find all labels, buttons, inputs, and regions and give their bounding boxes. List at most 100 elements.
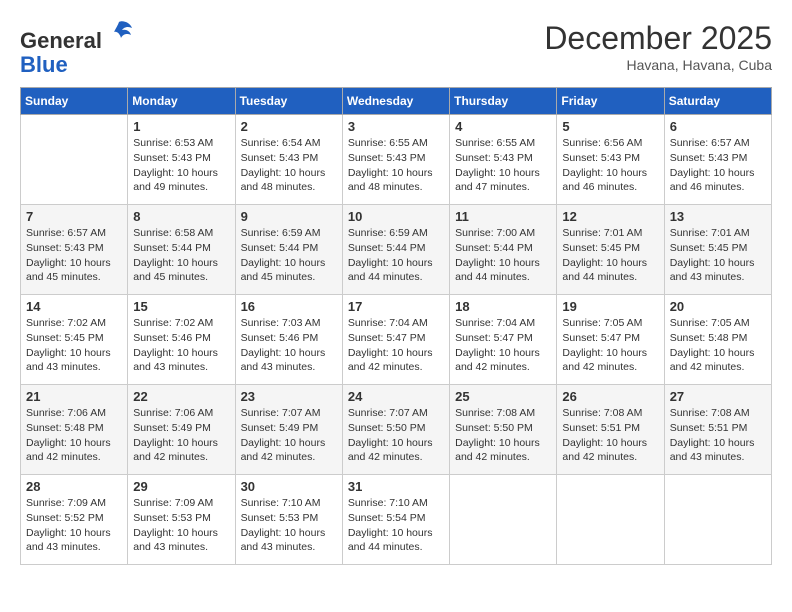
- calendar-cell: 26Sunrise: 7:08 AMSunset: 5:51 PMDayligh…: [557, 385, 664, 475]
- day-number: 29: [133, 479, 229, 494]
- day-number: 17: [348, 299, 444, 314]
- day-info: Sunrise: 7:08 AMSunset: 5:51 PMDaylight:…: [670, 406, 766, 465]
- calendar-week-row: 7 Sunrise: 6:57 AMSunset: 5:43 PMDaylight…: [21, 205, 772, 295]
- day-info: Sunrise: 6:55 AMSunset: 5:43 PMDaylight:…: [455, 136, 551, 195]
- day-number: 22: [133, 389, 229, 404]
- day-number: 5: [562, 119, 658, 134]
- calendar-cell: 2 Sunrise: 6:54 AMSunset: 5:43 PMDaylight…: [235, 115, 342, 205]
- day-info: Sunrise: 7:04 AMSunset: 5:47 PMDaylight:…: [348, 316, 444, 375]
- calendar-cell: 13 Sunrise: 7:01 AMSunset: 5:45 PMDayligh…: [664, 205, 771, 295]
- calendar-cell: 4 Sunrise: 6:55 AMSunset: 5:43 PMDaylight…: [450, 115, 557, 205]
- day-info: Sunrise: 7:07 AMSunset: 5:50 PMDaylight:…: [348, 406, 444, 465]
- month-title: December 2025: [544, 20, 772, 57]
- weekday-header-wednesday: Wednesday: [342, 88, 449, 115]
- calendar-cell: 19 Sunrise: 7:05 AMSunset: 5:47 PMDayligh…: [557, 295, 664, 385]
- calendar-cell: 12 Sunrise: 7:01 AMSunset: 5:45 PMDayligh…: [557, 205, 664, 295]
- day-info: Sunrise: 7:01 AMSunset: 5:45 PMDaylight:…: [670, 226, 766, 285]
- weekday-header-monday: Monday: [128, 88, 235, 115]
- day-number: 27: [670, 389, 766, 404]
- day-info: Sunrise: 6:59 AMSunset: 5:44 PMDaylight:…: [348, 226, 444, 285]
- title-block: December 2025 Havana, Havana, Cuba: [544, 20, 772, 73]
- calendar-cell: [21, 115, 128, 205]
- day-number: 8: [133, 209, 229, 224]
- day-info: Sunrise: 7:00 AMSunset: 5:44 PMDaylight:…: [455, 226, 551, 285]
- day-number: 30: [241, 479, 337, 494]
- day-number: 13: [670, 209, 766, 224]
- calendar-week-row: 21 Sunrise: 7:06 AMSunset: 5:48 PMDayligh…: [21, 385, 772, 475]
- calendar-cell: 8 Sunrise: 6:58 AMSunset: 5:44 PMDaylight…: [128, 205, 235, 295]
- weekday-header-sunday: Sunday: [21, 88, 128, 115]
- day-info: Sunrise: 6:57 AMSunset: 5:43 PMDaylight:…: [26, 226, 122, 285]
- day-info: Sunrise: 6:53 AMSunset: 5:43 PMDaylight:…: [133, 136, 229, 195]
- calendar-cell: 27 Sunrise: 7:08 AMSunset: 5:51 PMDayligh…: [664, 385, 771, 475]
- calendar-cell: 28Sunrise: 7:09 AMSunset: 5:52 PMDayligh…: [21, 475, 128, 565]
- logo-general: General: [20, 28, 102, 53]
- day-info: Sunrise: 6:58 AMSunset: 5:44 PMDaylight:…: [133, 226, 229, 285]
- day-number: 28: [26, 479, 122, 494]
- day-number: 23: [241, 389, 337, 404]
- day-info: Sunrise: 6:59 AMSunset: 5:44 PMDaylight:…: [241, 226, 337, 285]
- day-info: Sunrise: 6:56 AMSunset: 5:43 PMDaylight:…: [562, 136, 658, 195]
- day-number: 19: [562, 299, 658, 314]
- logo-bird-icon: [104, 20, 134, 48]
- weekday-header-tuesday: Tuesday: [235, 88, 342, 115]
- calendar-table: SundayMondayTuesdayWednesdayThursdayFrid…: [20, 87, 772, 565]
- day-info: Sunrise: 7:10 AMSunset: 5:53 PMDaylight:…: [241, 496, 337, 555]
- day-number: 15: [133, 299, 229, 314]
- day-number: 3: [348, 119, 444, 134]
- logo: General Blue: [20, 20, 134, 77]
- day-info: Sunrise: 7:10 AMSunset: 5:54 PMDaylight:…: [348, 496, 444, 555]
- calendar-cell: [557, 475, 664, 565]
- day-number: 26: [562, 389, 658, 404]
- day-info: Sunrise: 7:04 AMSunset: 5:47 PMDaylight:…: [455, 316, 551, 375]
- calendar-cell: 29 Sunrise: 7:09 AMSunset: 5:53 PMDayligh…: [128, 475, 235, 565]
- day-number: 25: [455, 389, 551, 404]
- calendar-cell: 18 Sunrise: 7:04 AMSunset: 5:47 PMDayligh…: [450, 295, 557, 385]
- calendar-cell: 15 Sunrise: 7:02 AMSunset: 5:46 PMDayligh…: [128, 295, 235, 385]
- day-info: Sunrise: 7:06 AMSunset: 5:49 PMDaylight:…: [133, 406, 229, 465]
- day-info: Sunrise: 7:02 AMSunset: 5:46 PMDaylight:…: [133, 316, 229, 375]
- calendar-cell: 16 Sunrise: 7:03 AMSunset: 5:46 PMDayligh…: [235, 295, 342, 385]
- day-info: Sunrise: 7:09 AMSunset: 5:53 PMDaylight:…: [133, 496, 229, 555]
- day-number: 21: [26, 389, 122, 404]
- day-number: 7: [26, 209, 122, 224]
- calendar-cell: 14 Sunrise: 7:02 AMSunset: 5:45 PMDayligh…: [21, 295, 128, 385]
- day-info: Sunrise: 6:57 AMSunset: 5:43 PMDaylight:…: [670, 136, 766, 195]
- calendar-cell: 6 Sunrise: 6:57 AMSunset: 5:43 PMDaylight…: [664, 115, 771, 205]
- day-info: Sunrise: 7:05 AMSunset: 5:47 PMDaylight:…: [562, 316, 658, 375]
- logo-blue: Blue: [20, 52, 68, 77]
- day-number: 6: [670, 119, 766, 134]
- day-info: Sunrise: 6:55 AMSunset: 5:43 PMDaylight:…: [348, 136, 444, 195]
- page-header: General Blue December 2025 Havana, Havan…: [20, 20, 772, 77]
- day-info: Sunrise: 7:05 AMSunset: 5:48 PMDaylight:…: [670, 316, 766, 375]
- day-number: 31: [348, 479, 444, 494]
- calendar-cell: 17 Sunrise: 7:04 AMSunset: 5:47 PMDayligh…: [342, 295, 449, 385]
- day-number: 18: [455, 299, 551, 314]
- day-number: 24: [348, 389, 444, 404]
- day-info: Sunrise: 7:03 AMSunset: 5:46 PMDaylight:…: [241, 316, 337, 375]
- calendar-week-row: 28Sunrise: 7:09 AMSunset: 5:52 PMDayligh…: [21, 475, 772, 565]
- calendar-cell: 5 Sunrise: 6:56 AMSunset: 5:43 PMDaylight…: [557, 115, 664, 205]
- day-number: 11: [455, 209, 551, 224]
- calendar-cell: [450, 475, 557, 565]
- calendar-cell: 10Sunrise: 6:59 AMSunset: 5:44 PMDayligh…: [342, 205, 449, 295]
- day-info: Sunrise: 7:06 AMSunset: 5:48 PMDaylight:…: [26, 406, 122, 465]
- day-number: 2: [241, 119, 337, 134]
- calendar-cell: [664, 475, 771, 565]
- day-info: Sunrise: 6:54 AMSunset: 5:43 PMDaylight:…: [241, 136, 337, 195]
- day-info: Sunrise: 7:01 AMSunset: 5:45 PMDaylight:…: [562, 226, 658, 285]
- day-number: 12: [562, 209, 658, 224]
- calendar-cell: 23 Sunrise: 7:07 AMSunset: 5:49 PMDayligh…: [235, 385, 342, 475]
- calendar-cell: 22 Sunrise: 7:06 AMSunset: 5:49 PMDayligh…: [128, 385, 235, 475]
- calendar-cell: 30 Sunrise: 7:10 AMSunset: 5:53 PMDayligh…: [235, 475, 342, 565]
- day-info: Sunrise: 7:08 AMSunset: 5:50 PMDaylight:…: [455, 406, 551, 465]
- calendar-cell: 9Sunrise: 6:59 AMSunset: 5:44 PMDaylight…: [235, 205, 342, 295]
- day-number: 16: [241, 299, 337, 314]
- day-info: Sunrise: 7:07 AMSunset: 5:49 PMDaylight:…: [241, 406, 337, 465]
- weekday-header-row: SundayMondayTuesdayWednesdayThursdayFrid…: [21, 88, 772, 115]
- calendar-cell: 20Sunrise: 7:05 AMSunset: 5:48 PMDayligh…: [664, 295, 771, 385]
- day-info: Sunrise: 7:02 AMSunset: 5:45 PMDaylight:…: [26, 316, 122, 375]
- day-number: 14: [26, 299, 122, 314]
- location: Havana, Havana, Cuba: [544, 57, 772, 73]
- day-number: 4: [455, 119, 551, 134]
